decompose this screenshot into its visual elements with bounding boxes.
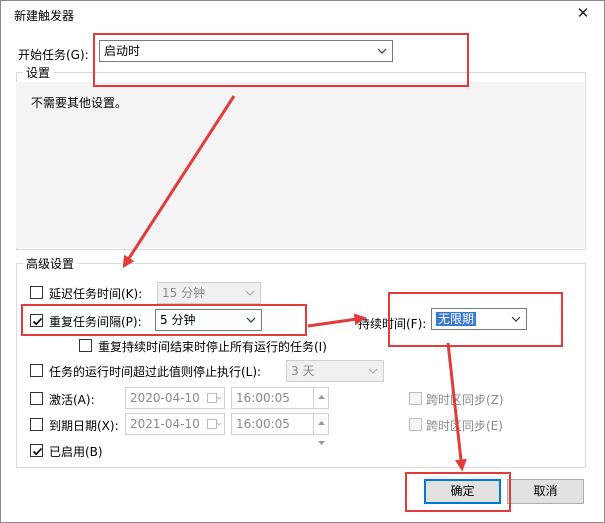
stop-longer-label: 任务的运行时间超过此值则停止执行(L):	[49, 365, 262, 379]
activate-time-value: 16:00:05	[236, 391, 290, 405]
settings-message: 不需要其他设置。	[31, 96, 128, 110]
stop-longer-select[interactable]: 3 天	[286, 360, 384, 382]
stop-longer-value: 3 天	[291, 364, 315, 378]
calendar-icon[interactable]	[207, 392, 221, 404]
expire-time-field[interactable]: 16:00:05	[231, 413, 329, 445]
expire-date-value: 2021-04-10	[130, 417, 200, 431]
advanced-group-title: 高级设置	[23, 255, 78, 272]
stop-all-label: 重复持续时间结束时停止所有运行的任务(I)	[98, 340, 327, 354]
expire-date-field[interactable]: 2021-04-10	[125, 413, 225, 435]
dialog-title: 新建触发器	[14, 9, 75, 23]
delay-value: 15 分钟	[162, 286, 206, 300]
begin-task-label: 开始任务(G):	[18, 48, 89, 62]
expire-label: 到期日期(X):	[49, 419, 119, 433]
activate-time-spinner[interactable]	[313, 388, 329, 419]
expire-checkbox[interactable]	[30, 418, 43, 431]
spin-up-icon[interactable]	[314, 418, 329, 428]
annotation-box-repeat	[21, 304, 307, 336]
settings-group-title: 设置	[23, 64, 54, 81]
spin-up-icon[interactable]	[314, 392, 329, 402]
chevron-down-icon	[245, 290, 255, 296]
chevron-down-icon	[368, 368, 378, 374]
spin-down-icon[interactable]	[314, 438, 329, 448]
check-icon	[32, 447, 43, 456]
delay-checkbox[interactable]	[30, 286, 43, 299]
expire-time-spinner[interactable]	[313, 414, 329, 445]
activate-sync-label: 跨时区同步(Z)	[426, 393, 504, 407]
enabled-label: 已启用(B)	[49, 445, 103, 459]
delay-select[interactable]: 15 分钟	[157, 282, 261, 304]
activate-date-value: 2020-04-10	[130, 391, 200, 405]
annotation-box-begin-task	[93, 33, 469, 87]
activate-sync-checkbox[interactable]	[409, 392, 422, 405]
activate-time-field[interactable]: 16:00:05	[231, 387, 329, 419]
cancel-button[interactable]: 取消	[507, 479, 584, 504]
expire-sync-checkbox[interactable]	[409, 418, 422, 431]
enabled-checkbox[interactable]	[30, 444, 43, 457]
delay-label: 延迟任务时间(K):	[49, 287, 143, 301]
stop-longer-checkbox[interactable]	[30, 364, 43, 377]
stop-all-checkbox[interactable]	[79, 339, 92, 352]
annotation-box-duration	[388, 292, 563, 347]
expire-sync-label: 跨时区同步(E)	[426, 419, 503, 433]
close-icon[interactable]: ✕	[574, 4, 592, 22]
activate-label: 激活(A):	[49, 393, 95, 407]
calendar-icon[interactable]	[207, 418, 221, 430]
activate-date-field[interactable]: 2020-04-10	[125, 387, 225, 409]
activate-checkbox[interactable]	[30, 392, 43, 405]
annotation-box-ok	[405, 472, 511, 512]
expire-time-value: 16:00:05	[236, 417, 290, 431]
